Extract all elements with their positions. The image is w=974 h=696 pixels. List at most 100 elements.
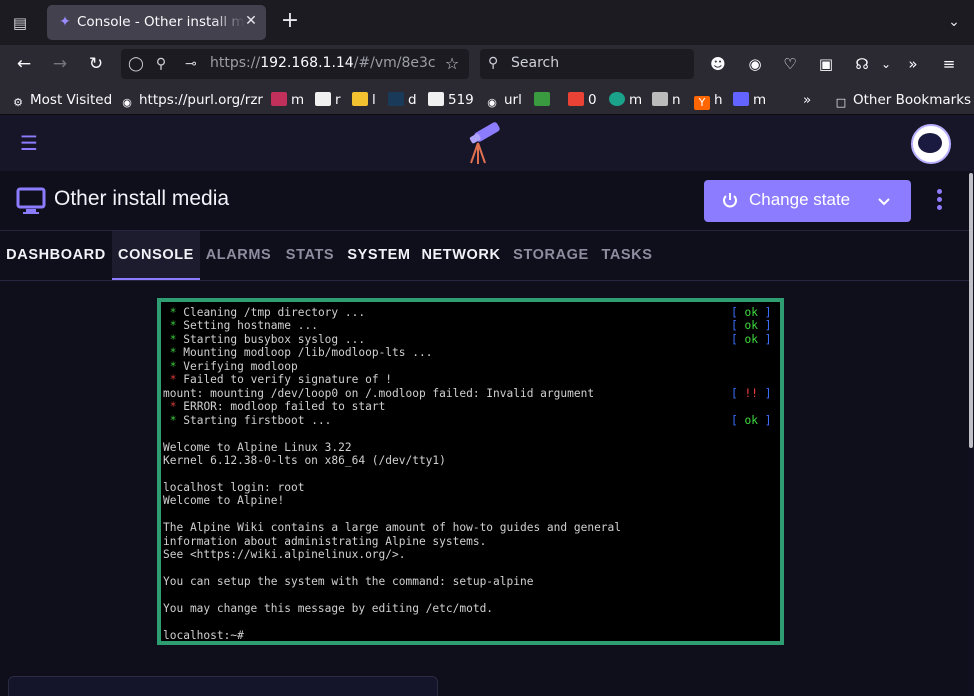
favicon-icon <box>609 92 625 106</box>
tab-alarms[interactable]: ALARMS <box>200 231 277 280</box>
console-line: You may change this message by editing /… <box>163 602 493 616</box>
globe-icon: ◉ <box>487 96 497 109</box>
bookmark-519[interactable]: 519 <box>428 91 474 109</box>
console-line-text: Mounting modloop /lib/modloop-lts ... <box>176 346 433 360</box>
more-options-icon[interactable] <box>930 187 948 215</box>
bookmark-star-icon[interactable]: ☆ <box>443 55 461 73</box>
browser-tab-active[interactable]: ✦ Console - Other install media ✕ <box>47 5 266 40</box>
app-top-bar: ☰ <box>0 115 974 171</box>
extension-icon[interactable]: ☻ <box>707 53 729 75</box>
console-bullet: * <box>169 413 177 427</box>
browser-nav-bar: ← → ↻ ◯ ⚲ ⊸ https://192.168.1.14/#/vm/8e… <box>0 45 974 83</box>
console-line: Welcome to Alpine Linux 3.22 <box>163 441 352 455</box>
scrollbar-thumb[interactable] <box>969 173 973 448</box>
console-line: * Cleaning /tmp directory ... <box>163 306 365 320</box>
lock-warning-icon[interactable]: ⚲ <box>152 55 170 73</box>
tab-close-icon[interactable]: ✕ <box>243 13 259 29</box>
bookmark-m2[interactable]: m <box>609 91 642 109</box>
hamburger-menu-icon[interactable]: ☰ <box>18 132 40 154</box>
bookmark-l[interactable]: l <box>352 91 376 109</box>
headphones-icon[interactable]: ☊ <box>851 53 873 75</box>
pocket-icon[interactable]: ♡ <box>779 53 801 75</box>
console-line-text: information about administrating Alpine … <box>163 534 487 548</box>
console-line-text: You may change this message by editing /… <box>163 601 494 615</box>
tab-system[interactable]: SYSTEM <box>343 231 415 280</box>
ycombinator-icon: Y <box>694 96 710 110</box>
folder-icon: □ <box>835 96 847 109</box>
change-state-label: Change state <box>749 190 851 209</box>
list-all-tabs-chevron-icon[interactable]: ⌄ <box>944 12 964 32</box>
console-bullet: * <box>169 306 177 319</box>
console-line-text: Starting firstboot ... <box>176 413 332 427</box>
account-icon[interactable]: ◉ <box>744 53 766 75</box>
monitor-icon <box>16 187 46 214</box>
url-text[interactable]: https://192.168.1.14/#/vm/8e3cb4 <box>210 55 435 71</box>
search-box[interactable]: ⚲ Search <box>480 49 694 79</box>
back-arrow-icon[interactable]: ← <box>12 52 36 76</box>
tab-storage[interactable]: STORAGE <box>507 231 595 280</box>
favicon-icon <box>315 92 331 106</box>
overflow-chevrons-icon[interactable]: » <box>902 53 924 75</box>
bookmarks-overflow-icon[interactable]: » <box>803 91 811 109</box>
gear-icon: ⚙ <box>13 96 23 109</box>
site-permissions-icon[interactable]: ⊸ <box>182 55 200 73</box>
vm-title: Other install media <box>54 187 230 210</box>
user-avatar[interactable] <box>911 124 951 164</box>
info-card <box>8 676 438 696</box>
new-tab-icon[interactable]: + <box>279 10 301 33</box>
console-line: * ERROR: modloop failed to start <box>163 400 386 414</box>
forward-arrow-icon[interactable]: → <box>48 52 72 76</box>
power-icon <box>723 193 737 208</box>
bookmark-mastodon[interactable]: m <box>733 91 766 109</box>
globe-icon: ◉ <box>122 96 132 109</box>
app-menu-icon[interactable]: ≡ <box>938 53 960 75</box>
console-line-text: Cleaning /tmp directory ... <box>176 306 366 319</box>
console-status-text: ok <box>744 319 758 333</box>
console-status-text: ok <box>744 332 758 346</box>
bookmark-d[interactable]: d <box>388 91 417 109</box>
main-content: Other install media Change state DASHBOA… <box>0 171 969 696</box>
tab-console[interactable]: CONSOLE <box>112 231 200 280</box>
console-line: The Alpine Wiki contains a large amount … <box>163 521 621 535</box>
console-bullet: * <box>169 332 177 346</box>
console-line: * Verifying modloop <box>163 360 298 374</box>
vm-console-screen[interactable]: * Cleaning /tmp directory ... [ ok ] * Se… <box>157 298 784 645</box>
bookmark-purl[interactable]: ◉ https://purl.org/rzr <box>119 91 263 109</box>
bookmark-url[interactable]: ◉ url <box>484 91 522 109</box>
console-status: [ ok ] <box>731 332 772 346</box>
tab-network[interactable]: NETWORK <box>415 231 507 280</box>
telescope-logo-icon[interactable] <box>462 117 504 167</box>
extensions-puzzle-icon[interactable]: ▣ <box>815 53 837 75</box>
tab-title: Console - Other install media <box>77 14 245 30</box>
mastodon-icon <box>733 92 749 106</box>
chevron-down-icon[interactable]: ⌄ <box>875 53 897 75</box>
tab-list-icon[interactable]: ▤ <box>9 12 31 34</box>
change-state-button[interactable]: Change state <box>704 180 911 222</box>
console-line-text: Kernel 6.12.38-0-lts on x86_64 (/dev/tty… <box>163 453 446 467</box>
bookmark-n[interactable]: n <box>652 91 681 109</box>
console-line-text: Verifying modloop <box>176 359 298 373</box>
tab-stats[interactable]: STATS <box>277 231 343 280</box>
address-bar[interactable]: ◯ ⚲ ⊸ https://192.168.1.14/#/vm/8e3cb4 ☆ <box>121 49 469 79</box>
bookmark-most-visited[interactable]: ⚙ Most Visited <box>10 91 112 109</box>
favicon-icon <box>388 92 404 106</box>
tab-dashboard[interactable]: DASHBOARD <box>0 231 112 280</box>
page-scrollbar[interactable] <box>969 171 974 696</box>
reload-icon[interactable]: ↻ <box>84 52 108 76</box>
console-line: * Failed to verify signature of ! <box>163 373 392 387</box>
console-line-text: The Alpine Wiki contains a large amount … <box>163 521 622 535</box>
bookmark-h[interactable]: Yh <box>694 91 723 110</box>
bookmark-m[interactable]: m <box>271 91 304 109</box>
console-line-text: Setting hostname ... <box>176 319 318 333</box>
console-bullet: * <box>169 359 177 373</box>
console-line: * Starting busybox syslog ... <box>163 333 365 347</box>
other-bookmarks[interactable]: □ Other Bookmarks <box>833 91 971 109</box>
vm-header: Other install media Change state <box>0 171 969 231</box>
tab-tasks[interactable]: TASKS <box>595 231 659 280</box>
bookmark-gmail[interactable]: 0 <box>568 91 597 109</box>
console-line: * Mounting modloop /lib/modloop-lts ... <box>163 346 433 360</box>
bookmark-plant[interactable] <box>534 91 554 109</box>
tracking-shield-icon[interactable]: ◯ <box>127 55 145 73</box>
bookmark-r[interactable]: r <box>315 91 341 109</box>
console-line-text: localhost:~# _ <box>163 628 258 642</box>
